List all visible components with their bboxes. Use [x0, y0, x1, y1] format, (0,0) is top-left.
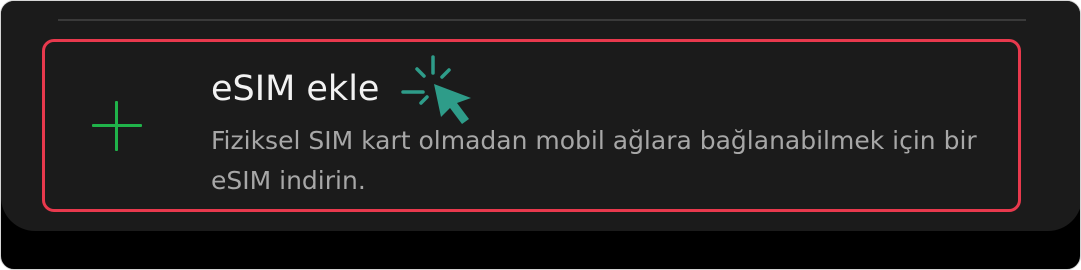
divider	[58, 19, 1026, 21]
settings-panel: eSIM ekle Fiziksel SIM kart olmadan mobi…	[1, 1, 1080, 231]
click-cursor-icon	[401, 55, 471, 124]
add-esim-title: eSIM ekle	[211, 69, 380, 109]
plus-icon	[89, 98, 145, 154]
add-esim-option[interactable]: eSIM ekle Fiziksel SIM kart olmadan mobi…	[42, 39, 1021, 212]
screenshot-frame: eSIM ekle Fiziksel SIM kart olmadan mobi…	[0, 0, 1081, 270]
add-esim-description: Fiziksel SIM kart olmadan mobil ağlara b…	[211, 126, 977, 195]
